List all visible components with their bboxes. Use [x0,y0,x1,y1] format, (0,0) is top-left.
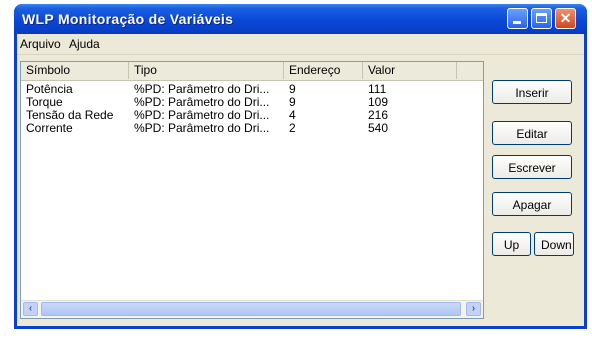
column-header-endereco[interactable]: Endereço [284,62,363,79]
insert-button[interactable]: Inserir [492,80,572,104]
scrollbar-thumb[interactable] [41,302,461,316]
scroll-right-button[interactable]: › [466,302,481,316]
delete-button[interactable]: Apagar [492,192,572,216]
table-row[interactable]: Corrente %PD: Parâmetro do Dri... 2 540 [21,122,483,135]
client-area: Arquivo Ajuda Símbolo Tipo Endereço Valo… [17,34,584,326]
cell-simbolo: Corrente [26,122,73,135]
app-window: WLP Monitoração de Variáveis ✕ Arquivo A… [14,4,587,329]
scroll-left-button[interactable]: ‹ [23,302,38,316]
edit-button[interactable]: Editar [492,121,572,145]
menu-bar: Arquivo Ajuda [17,34,584,55]
minimize-icon [513,21,521,24]
menu-ajuda[interactable]: Ajuda [69,37,100,51]
column-header-valor[interactable]: Valor [363,62,457,79]
list-header: Símbolo Tipo Endereço Valor [21,62,483,81]
cell-simbolo: Torque [26,96,63,109]
cell-endereco: 9 [289,83,296,96]
cell-simbolo: Potência [26,83,73,96]
close-button[interactable]: ✕ [555,8,576,29]
close-icon: ✕ [559,10,572,26]
cell-valor: 109 [368,96,389,109]
cell-valor: 540 [368,122,389,135]
cell-tipo: %PD: Parâmetro do Dri... [134,83,270,96]
cell-endereco: 4 [289,109,296,122]
arrow-left-icon: ‹ [28,303,33,314]
title-bar[interactable]: WLP Monitoração de Variáveis ✕ [14,4,587,34]
cell-simbolo: Tensão da Rede [26,109,114,122]
column-header-simbolo[interactable]: Símbolo [21,62,129,79]
cell-valor: 216 [368,109,389,122]
column-header-tipo[interactable]: Tipo [129,62,284,79]
cell-tipo: %PD: Parâmetro do Dri... [134,122,270,135]
cell-tipo: %PD: Parâmetro do Dri... [134,96,270,109]
write-button[interactable]: Escrever [492,155,572,179]
window-title: WLP Monitoração de Variáveis [22,11,234,27]
variables-list[interactable]: Símbolo Tipo Endereço Valor Potência %PD… [20,61,484,319]
table-row[interactable]: Tensão da Rede %PD: Parâmetro do Dri... … [21,109,483,122]
maximize-icon [536,13,547,23]
minimize-button[interactable] [507,8,528,29]
up-button[interactable]: Up [492,232,531,256]
cell-endereco: 9 [289,96,296,109]
arrow-right-icon: › [471,303,476,314]
table-row[interactable]: Potência %PD: Parâmetro do Dri... 9 111 [21,83,483,96]
cell-endereco: 2 [289,122,296,135]
menu-arquivo[interactable]: Arquivo [20,37,61,51]
horizontal-scrollbar[interactable]: ‹ › [21,300,483,318]
maximize-button[interactable] [531,8,552,29]
down-button[interactable]: Down [534,232,574,256]
cell-tipo: %PD: Parâmetro do Dri... [134,109,270,122]
table-row[interactable]: Torque %PD: Parâmetro do Dri... 9 109 [21,96,483,109]
cell-valor: 111 [368,83,387,96]
